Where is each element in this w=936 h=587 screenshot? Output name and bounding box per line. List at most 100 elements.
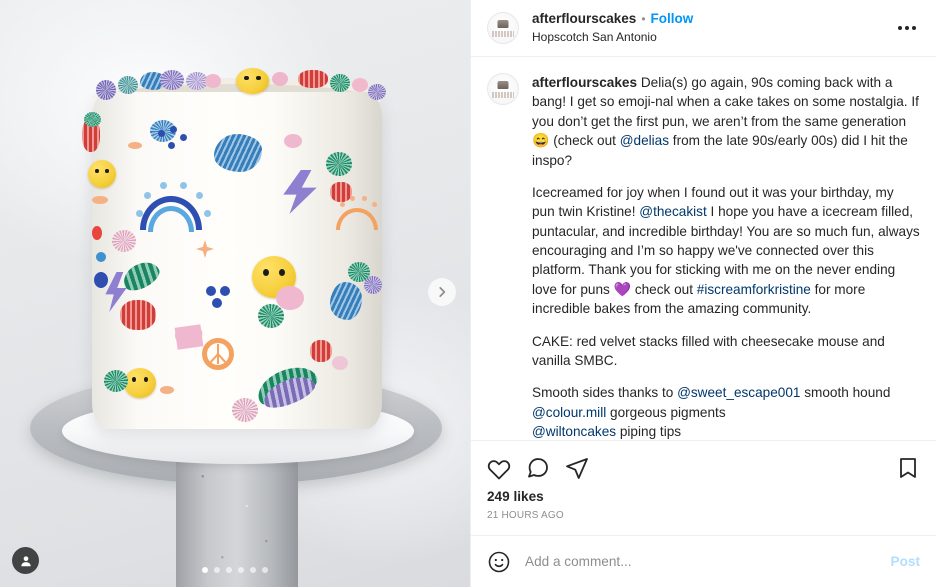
cake-decoration-smiley (236, 68, 269, 94)
carousel-dot[interactable] (238, 567, 244, 573)
caption-text-run: (check out (549, 132, 620, 148)
emoji-smiley-icon[interactable] (487, 550, 511, 574)
caption-emoji: 😄 (532, 131, 550, 148)
next-slide-button[interactable] (428, 278, 456, 306)
caption-mention[interactable]: @colour.mill (532, 405, 606, 420)
cake-decoration-dots (340, 196, 380, 212)
post-sidebar: afterflourscakes • Follow Hopscotch San … (470, 0, 936, 587)
cake-decoration (160, 386, 174, 394)
caption-paragraph: Icecreamed for joy when I found out it w… (532, 183, 920, 319)
carousel-dots[interactable] (0, 567, 470, 573)
cake-decoration (96, 80, 116, 100)
share-icon[interactable] (565, 456, 589, 480)
instagram-post: afterflourscakes • Follow Hopscotch San … (0, 0, 936, 587)
likes-count[interactable]: 249 likes (487, 489, 920, 504)
cake-decoration (84, 112, 101, 127)
avatar-logo-mark (497, 80, 509, 89)
cake-decoration (232, 398, 258, 422)
dot (912, 26, 916, 30)
cake-decoration-smiley (124, 368, 156, 398)
cake-decoration (120, 300, 156, 330)
cake-decoration (284, 134, 302, 148)
caption-block: afterflourscakes Delia(s) go again, 90s … (487, 73, 920, 440)
caption-text-run: smooth hound (800, 385, 891, 401)
caption-text-run: gorgeous pigments (606, 404, 726, 420)
dot (898, 26, 902, 30)
post-username[interactable]: afterflourscakes (532, 11, 636, 28)
avatar-logo-text (492, 92, 514, 98)
dot (905, 26, 909, 30)
cake-decoration (352, 78, 368, 92)
caption-mention[interactable]: @delias (620, 133, 669, 148)
caption-avatar[interactable] (487, 73, 519, 105)
caption-paragraph: CAKE: red velvet stacks filled with chee… (532, 332, 920, 371)
carousel-dot[interactable] (214, 567, 220, 573)
cake-decoration (104, 370, 128, 392)
caption-emoji: 💜 (613, 280, 632, 297)
post-location[interactable]: Hopscotch San Antonio (532, 30, 892, 45)
caption-text-run: Smooth sides thanks to (532, 385, 678, 401)
carousel-dot[interactable] (202, 567, 208, 573)
avatar-logo-text (492, 31, 514, 37)
carousel-dot[interactable] (226, 567, 232, 573)
caption-mention[interactable]: @wiltoncakes (532, 424, 616, 439)
cake-decoration (112, 230, 136, 252)
follow-button[interactable]: Follow (651, 11, 694, 28)
cake-decoration (96, 252, 106, 262)
caption-paragraph: Smooth sides thanks to @sweet_escape001 … (532, 383, 920, 440)
cake-decoration-heart (174, 324, 204, 350)
chevron-right-icon (439, 287, 446, 297)
profile-avatar[interactable] (487, 12, 519, 44)
post-header: afterflourscakes • Follow Hopscotch San … (471, 0, 936, 57)
cake-decoration (330, 74, 350, 92)
post-media-panel[interactable] (0, 0, 470, 587)
bookmark-icon[interactable] (896, 456, 920, 480)
comment-composer: Post (471, 535, 936, 587)
cake-decoration (94, 272, 108, 288)
carousel-dot[interactable] (250, 567, 256, 573)
caption-mention[interactable]: @sweet_escape001 (677, 385, 800, 400)
cake-decoration (310, 340, 332, 362)
cake-decoration-dots (206, 286, 242, 310)
more-options-icon[interactable] (892, 15, 922, 41)
cake-decoration-dots (134, 182, 218, 226)
comment-input[interactable] (525, 554, 881, 569)
cake-decoration (332, 356, 348, 370)
action-bar: 249 likes 21 HOURS AGO (471, 440, 936, 535)
username-row: afterflourscakes • Follow (532, 11, 892, 28)
caption-text-run: piping tips (616, 423, 682, 439)
cake-decoration (364, 276, 382, 294)
cake-decoration-smiley (88, 160, 116, 188)
caption-text: afterflourscakes Delia(s) go again, 90s … (532, 73, 920, 440)
caption-hashtag[interactable]: #iscreamforkristine (697, 282, 811, 297)
cake-decoration (160, 70, 184, 90)
cake-decoration (92, 196, 108, 204)
cake-decoration (326, 152, 352, 176)
caption-mention[interactable]: @thecakist (639, 204, 706, 219)
post-comment-button[interactable]: Post (881, 554, 920, 569)
heart-icon[interactable] (487, 456, 511, 480)
cake-decoration-dots (158, 126, 200, 158)
cake-decoration-wave (330, 282, 362, 320)
avatar-logo-mark (497, 19, 509, 28)
header-text: afterflourscakes • Follow Hopscotch San … (532, 11, 892, 45)
cake-decoration (258, 304, 284, 328)
caption-author[interactable]: afterflourscakes (532, 75, 637, 90)
caption-paragraph: afterflourscakes Delia(s) go again, 90s … (532, 73, 920, 170)
cake-decoration (92, 226, 102, 240)
cake-decoration-peace (202, 338, 234, 370)
post-timestamp[interactable]: 21 HOURS AGO (487, 510, 920, 535)
comment-icon[interactable] (526, 456, 550, 480)
caption-text-run: CAKE: red velvet stacks filled with chee… (532, 333, 885, 369)
action-icons (487, 448, 920, 488)
caption-scroll-area[interactable]: afterflourscakes Delia(s) go again, 90s … (471, 57, 936, 440)
cake-decoration (118, 76, 138, 94)
cake-decoration (368, 84, 386, 100)
cake-decoration (298, 70, 328, 88)
carousel-dot[interactable] (262, 567, 268, 573)
cake-decoration-wave (214, 134, 262, 172)
cake-decoration (128, 142, 142, 149)
cake-decoration (276, 286, 304, 310)
caption-text-run: check out (631, 281, 697, 297)
cake-decoration (205, 74, 221, 88)
